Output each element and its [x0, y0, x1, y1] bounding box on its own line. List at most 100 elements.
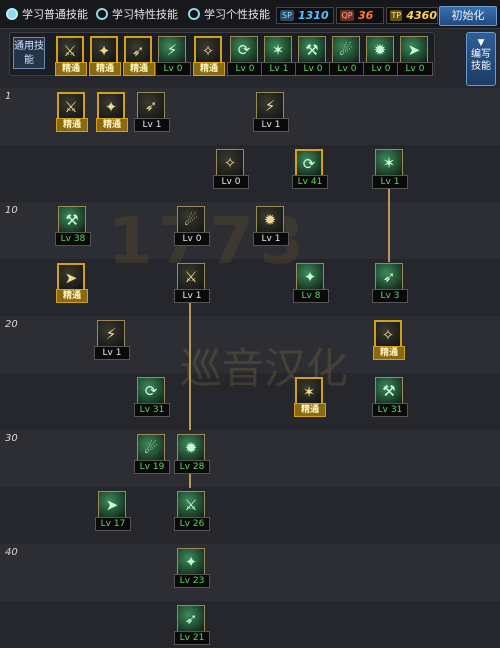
skill-glyph-icon: ☄ — [144, 439, 158, 457]
skill-icon[interactable]: ✧ — [194, 36, 222, 64]
skill-level-badge: 精通 — [56, 289, 88, 303]
tree-row — [0, 601, 500, 648]
level-label: 10 — [5, 205, 18, 216]
skill-icon[interactable]: ➤ — [57, 263, 85, 291]
radio-icon — [96, 8, 108, 20]
option-label: 学习普通技能 — [22, 8, 88, 21]
skill-level-badge: Lv 31 — [134, 403, 170, 417]
skill-glyph-icon: ✹ — [263, 211, 277, 229]
skill-icon[interactable]: ✹ — [366, 36, 394, 64]
tp-icon: TP — [390, 10, 403, 21]
skill-icon[interactable]: ⟳ — [295, 149, 323, 177]
skill-icon[interactable]: ☄ — [177, 206, 205, 234]
skill-level-badge: Lv 1 — [261, 62, 297, 76]
skill-icon[interactable]: ✦ — [296, 263, 324, 291]
tree-row — [0, 145, 500, 202]
skill-level-badge: Lv 1 — [174, 289, 210, 303]
skill-glyph-icon: ✦ — [303, 268, 317, 286]
skill-level-badge: Lv 1 — [253, 118, 289, 132]
learn-normal-skill-option[interactable]: 学习普通技能 — [6, 4, 88, 24]
skill-icon[interactable]: ➶ — [177, 605, 205, 633]
skill-glyph-icon: ✶ — [382, 154, 396, 172]
skill-level-badge: Lv 19 — [134, 460, 170, 474]
skill-glyph-icon: ⚒ — [65, 211, 79, 229]
skill-glyph-icon: ➤ — [64, 269, 78, 287]
reset-button[interactable]: 初始化 — [439, 6, 497, 26]
skill-level-badge: Lv 1 — [253, 232, 289, 246]
skill-glyph-icon: ✦ — [97, 42, 111, 60]
skill-icon[interactable]: ➶ — [124, 36, 152, 64]
skill-icon[interactable]: ➶ — [375, 263, 403, 291]
skill-glyph-icon: ✦ — [104, 98, 118, 116]
skill-glyph-icon: ➶ — [144, 97, 158, 115]
skill-icon[interactable]: ✹ — [177, 434, 205, 462]
skill-icon[interactable]: ⚒ — [298, 36, 326, 64]
skill-glyph-icon: ⚔ — [184, 268, 198, 286]
skill-glyph-icon: ⚡ — [264, 97, 276, 115]
skill-connector — [189, 302, 191, 430]
sp-icon: SP — [280, 10, 294, 21]
tp-counter: TP 4360 — [386, 7, 438, 24]
skill-level-badge: Lv 23 — [174, 574, 210, 588]
skill-icon[interactable]: ⚡ — [97, 320, 125, 348]
skill-glyph-icon: ⚡ — [166, 41, 178, 59]
skill-icon[interactable]: ⚔ — [177, 491, 205, 519]
skill-icon[interactable]: ✶ — [264, 36, 292, 64]
skill-glyph-icon: ✦ — [184, 553, 198, 571]
learn-trait-skill-option[interactable]: 学习特性技能 — [96, 4, 178, 24]
skill-icon[interactable]: ✦ — [90, 36, 118, 64]
radio-icon — [188, 8, 200, 20]
skill-level-badge: 精通 — [89, 62, 121, 76]
skill-icon[interactable]: ⚔ — [57, 92, 85, 120]
skill-glyph-icon: ➤ — [105, 496, 119, 514]
skill-icon[interactable]: ☄ — [332, 36, 360, 64]
skill-glyph-icon: ✧ — [381, 326, 395, 344]
qp-counter: QP 36 — [336, 7, 384, 24]
skill-icon[interactable]: ⚔ — [177, 263, 205, 291]
skill-icon[interactable]: ⟳ — [137, 377, 165, 405]
skill-level-badge: Lv 21 — [174, 631, 210, 645]
tree-row — [0, 487, 500, 544]
skill-level-badge: Lv 31 — [372, 403, 408, 417]
skill-icon[interactable]: ➶ — [137, 92, 165, 120]
learn-personal-skill-option[interactable]: 学习个性技能 — [188, 4, 270, 24]
skill-icon[interactable]: ✶ — [295, 377, 323, 405]
skill-glyph-icon: ➶ — [131, 42, 145, 60]
skill-icon[interactable]: ⚒ — [375, 377, 403, 405]
skill-icon[interactable]: ⚔ — [56, 36, 84, 64]
edit-skill-label: 编写技能 — [471, 49, 491, 72]
skill-level-badge: 精通 — [193, 62, 225, 76]
skill-icon[interactable]: ✹ — [256, 206, 284, 234]
tp-value: 4360 — [406, 9, 437, 22]
skill-icon[interactable]: ✦ — [177, 548, 205, 576]
skill-icon[interactable]: ☄ — [137, 434, 165, 462]
skill-icon[interactable]: ⟳ — [230, 36, 258, 64]
skill-icon[interactable]: ➤ — [98, 491, 126, 519]
skill-glyph-icon: ⚔ — [63, 42, 77, 60]
skill-glyph-icon: ✧ — [201, 42, 215, 60]
skill-level-badge: 精通 — [373, 346, 405, 360]
qp-icon: QP — [340, 10, 354, 21]
skill-glyph-icon: ➶ — [382, 268, 396, 286]
skill-glyph-icon: ⚔ — [64, 98, 78, 116]
sp-counter: SP 1310 — [276, 7, 334, 24]
skill-icon[interactable]: ⚡ — [256, 92, 284, 120]
skill-glyph-icon: ✹ — [373, 41, 387, 59]
level-label: 20 — [5, 319, 18, 330]
skill-level-badge: Lv 0 — [363, 62, 399, 76]
skill-level-badge: 精通 — [96, 118, 128, 132]
level-label: 30 — [5, 433, 18, 444]
skill-level-badge: Lv 1 — [134, 118, 170, 132]
level-label: 1 — [5, 91, 12, 102]
skill-icon[interactable]: ✦ — [97, 92, 125, 120]
skill-icon[interactable]: ⚒ — [58, 206, 86, 234]
skill-level-badge: Lv 0 — [295, 62, 331, 76]
skill-icon[interactable]: ✧ — [216, 149, 244, 177]
skill-icon[interactable]: ⚡ — [158, 36, 186, 64]
skill-icon[interactable]: ✧ — [374, 320, 402, 348]
check-icon — [6, 8, 18, 20]
edit-skill-button[interactable]: ▼ 编写技能 — [466, 32, 496, 86]
skill-icon[interactable]: ➤ — [400, 36, 428, 64]
skill-glyph-icon: ➤ — [407, 41, 421, 59]
skill-icon[interactable]: ✶ — [375, 149, 403, 177]
